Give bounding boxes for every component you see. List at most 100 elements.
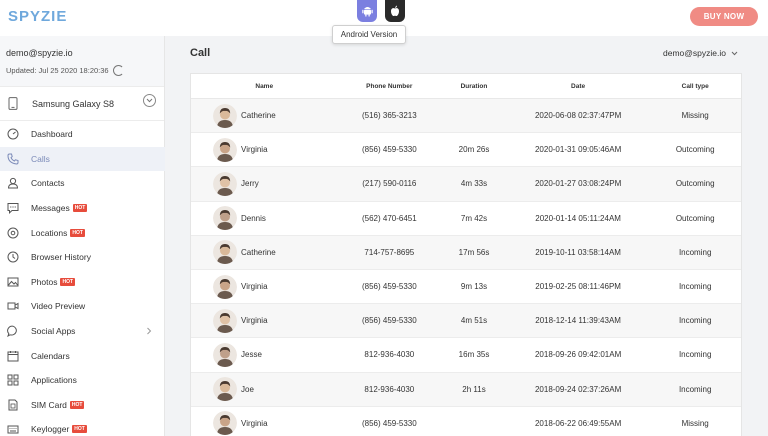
sidebar-item-dashboard[interactable]: Dashboard [0, 122, 165, 147]
sidebar-item-social-apps[interactable]: Social Apps [0, 319, 165, 344]
last-updated-text: Updated: Jul 25 2020 18:20:36 [6, 66, 109, 75]
call-type: Incoming [678, 384, 712, 394]
call-duration: 4m 33s [460, 179, 488, 189]
device-selector[interactable]: Samsung Galaxy S8 [0, 87, 164, 121]
sidebar-nav: Dashboard Calls Contacts Messages HOT Lo… [0, 122, 165, 436]
call-date: 2019-02-25 08:11:46PM [535, 282, 621, 292]
ios-version-button[interactable] [385, 0, 405, 22]
phone-number: (562) 470-6451 [361, 213, 417, 223]
contact-cell: Catherine [191, 240, 338, 265]
column-header-duration[interactable]: Duration [441, 83, 507, 90]
messages-icon [6, 202, 19, 215]
device-name: Samsung Galaxy S8 [32, 98, 115, 109]
android-icon [361, 7, 373, 17]
table-row[interactable]: Jesse 812-936-4030 16m 35s 2018-09-26 09:42… [191, 338, 741, 373]
call-date: 2018-09-24 02:37:26AM [534, 384, 622, 394]
call-date: 2020-01-14 05:11:24AM [535, 213, 621, 223]
sidebar-item-sim-card[interactable]: SIM Card HOT [0, 393, 165, 418]
contact-name: Dennis [241, 213, 266, 223]
avatar [213, 274, 237, 299]
call-duration: 17m 56s [458, 247, 490, 257]
contact-cell: Virginia [191, 274, 338, 299]
chevron-down-icon [731, 51, 738, 55]
sidebar-item-label: Calls [31, 153, 50, 164]
column-header-name[interactable]: Name [191, 83, 337, 90]
column-header-phone[interactable]: Phone Number [337, 83, 441, 90]
phone-number: (856) 459-5330 [361, 316, 417, 326]
chevron-right-icon [147, 327, 152, 335]
keyboard-icon [6, 423, 19, 436]
column-header-date[interactable]: Date [507, 83, 649, 90]
android-version-tooltip: Android Version [332, 25, 406, 44]
call-date: 2019-10-11 03:58:14AM [535, 247, 621, 257]
table-row[interactable]: Dennis (562) 470-6451 7m 42s 2020-01-14 05:… [191, 202, 741, 236]
contact-name: Virginia [241, 418, 268, 428]
call-date: 2020-01-31 09:05:46AM [534, 145, 622, 155]
user-menu[interactable]: demo@spyzie.io [663, 48, 738, 58]
apple-icon [391, 5, 399, 16]
sidebar-item-locations[interactable]: Locations HOT [0, 220, 165, 245]
call-duration: 20m 26s [458, 145, 490, 155]
sidebar-item-calls[interactable]: Calls [0, 146, 165, 172]
table-row[interactable]: Virginia (856) 459-5330 4m 51s 2018-12-14 1… [191, 304, 741, 339]
contact-cell: Virginia [191, 137, 338, 162]
contact-name: Joe [241, 384, 254, 394]
sidebar-item-messages[interactable]: Messages HOT [0, 196, 165, 221]
column-header-call-type[interactable]: Call type [649, 83, 741, 90]
table-row[interactable]: Virginia (856) 459-5330 2018-06-22 06:49:5… [191, 407, 741, 436]
table-row[interactable]: Joe 812-936-4030 2h 11s 2018-09-24 02:37:26… [191, 372, 741, 407]
table-row[interactable]: Virginia (856) 459-5330 9m 13s 2019-02-25 0… [191, 270, 741, 305]
sidebar-item-label: Browser History [31, 252, 91, 263]
table-row[interactable]: Jerry (217) 590-0116 4m 33s 2020-01-27 03:0… [191, 167, 741, 202]
sidebar-item-calendars[interactable]: Calendars [0, 343, 165, 368]
apps-icon [6, 374, 19, 387]
call-date: 2020-06-08 02:37:47PM [534, 111, 622, 121]
video-icon [6, 300, 19, 313]
calendar-icon [6, 349, 19, 362]
phone-number: (516) 365-3213 [361, 111, 417, 121]
call-type: Missing [681, 111, 709, 121]
phone-number: (856) 459-5330 [361, 418, 417, 428]
call-duration: 7m 42s [460, 213, 488, 223]
avatar [213, 171, 237, 196]
table-row[interactable]: Virginia (856) 459-5330 20m 26s 2020-01-31 … [191, 133, 741, 168]
spyzie-logo[interactable]: SPYZIE [8, 8, 67, 25]
sidebar-item-label: Social Apps [31, 326, 76, 337]
sidebar-item-photos[interactable]: Photos HOT [0, 270, 165, 295]
call-type: Incoming [678, 350, 712, 360]
android-version-button[interactable] [357, 0, 377, 22]
device-dropdown-toggle[interactable] [143, 94, 156, 107]
buy-now-button[interactable]: BUY NOW [690, 7, 758, 26]
hot-badge: HOT [69, 400, 85, 409]
call-duration: 9m 13s [460, 282, 488, 292]
phone-number: (217) 590-0116 [362, 179, 417, 189]
sidebar-item-label: Messages [31, 203, 70, 214]
contact-cell: Virginia [191, 308, 338, 333]
dashboard-icon [6, 128, 19, 141]
photos-icon [6, 275, 19, 288]
os-switch [357, 0, 405, 22]
sidebar-item-contacts[interactable]: Contacts [0, 171, 165, 196]
sidebar-item-keylogger[interactable]: Keylogger HOT [0, 417, 165, 436]
table-row[interactable]: Catherine (516) 365-3213 2020-06-08 02:37:… [191, 99, 741, 134]
user-email: demo@spyzie.io [663, 48, 726, 58]
call-date: 2020-01-27 03:08:24PM [534, 179, 622, 189]
contact-cell: Jesse [191, 342, 338, 367]
table-row[interactable]: Catherine 714-757-8695 17m 56s 2019-10-11 0… [191, 235, 741, 270]
call-duration: 16m 35s [458, 350, 490, 360]
avatar [213, 411, 237, 436]
contact-name: Jerry [241, 179, 259, 189]
sidebar: demo@spyzie.io Updated: Jul 25 2020 18:2… [0, 36, 165, 436]
sidebar-item-video-preview[interactable]: Video Preview [0, 294, 165, 319]
history-icon [6, 251, 19, 264]
call-date: 2018-09-26 09:42:01AM [534, 350, 622, 360]
sidebar-item-browser-history[interactable]: Browser History [0, 245, 165, 270]
sidebar-item-applications[interactable]: Applications [0, 368, 165, 393]
call-type: Incoming [678, 247, 712, 257]
hot-badge: HOT [70, 228, 85, 237]
avatar [213, 308, 237, 333]
sidebar-item-label: Video Preview [31, 301, 86, 312]
phone-number: (856) 459-5330 [361, 145, 417, 155]
refresh-icon[interactable] [112, 65, 124, 76]
call-date: 2018-06-22 06:49:55AM [534, 418, 622, 428]
